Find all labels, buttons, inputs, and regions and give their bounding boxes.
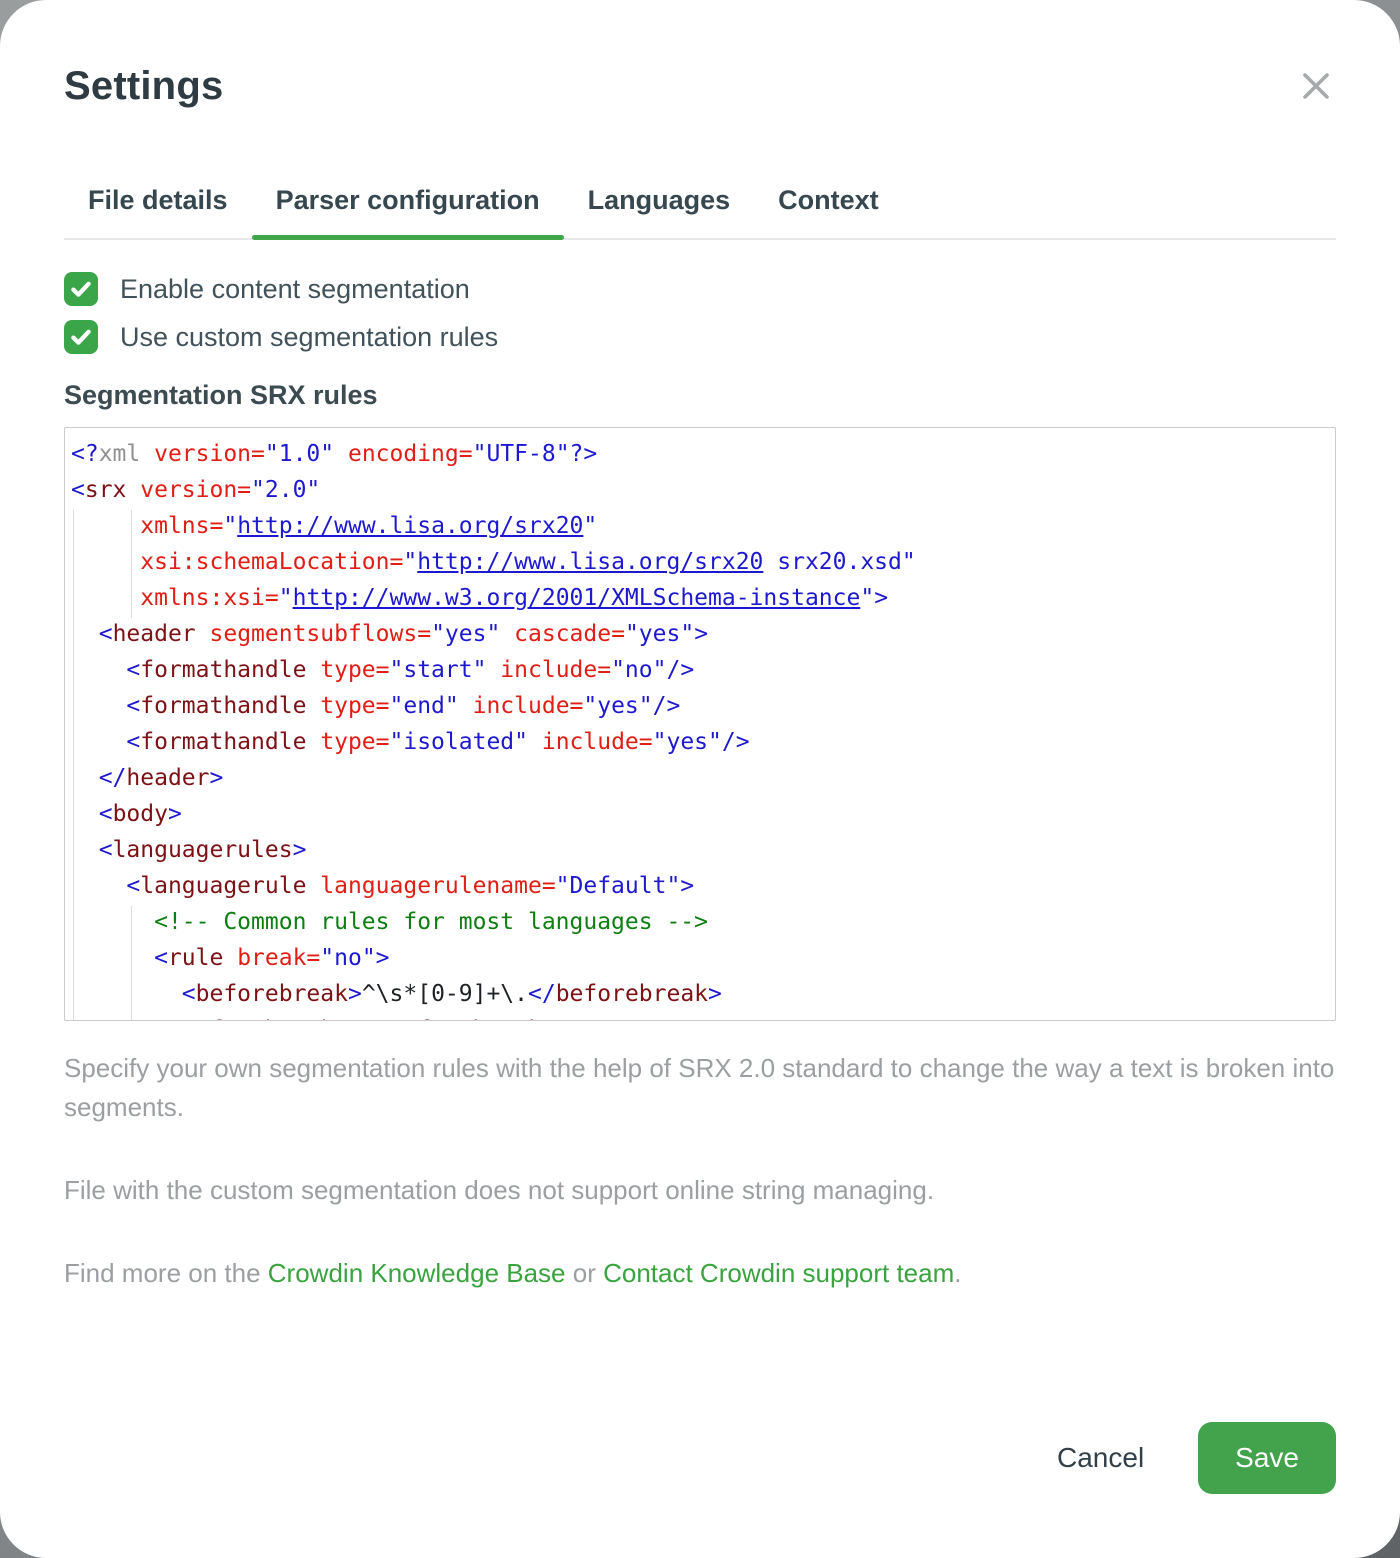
code-line: <srx version="2.0" — [71, 472, 1325, 508]
dialog-footer: Cancel Save — [1057, 1422, 1336, 1494]
tab-bar: File detailsParser configurationLanguage… — [64, 167, 1336, 240]
code-line: <formathandle type="isolated" include="y… — [71, 724, 1325, 760]
code-line: <beforebreak>^\s*[0-9]+\.</beforebreak> — [71, 976, 1325, 1012]
checkbox-checked-icon[interactable] — [64, 320, 98, 354]
find-more-prefix: Find more on the — [64, 1258, 268, 1288]
settings-dialog: Settings File detailsParser configuratio… — [0, 0, 1400, 1558]
tab-languages[interactable]: Languages — [564, 167, 755, 238]
find-more-suffix: . — [954, 1258, 961, 1288]
code-line: xmlns:xsi="http://www.w3.org/2001/XMLSch… — [71, 580, 1325, 616]
code-line: <?xml version="1.0" encoding="UTF-8"?> — [71, 436, 1325, 472]
checkbox-label: Enable content segmentation — [120, 274, 470, 305]
tab-context[interactable]: Context — [754, 167, 903, 238]
dialog-header: Settings — [64, 64, 1336, 109]
srx-rules-editor[interactable]: <?xml version="1.0" encoding="UTF-8"?><s… — [64, 427, 1336, 1021]
help-paragraphs: Specify your own segmentation rules with… — [64, 1049, 1336, 1210]
code-line: xsi:schemaLocation="http://www.lisa.org/… — [71, 544, 1325, 580]
close-icon — [1299, 69, 1333, 103]
checkbox-checked-icon[interactable] — [64, 272, 98, 306]
code-line: <formathandle type="start" include="no"/… — [71, 652, 1325, 688]
knowledge-base-link[interactable]: Crowdin Knowledge Base — [268, 1258, 566, 1288]
dialog-backdrop: Settings File detailsParser configuratio… — [0, 0, 1400, 1558]
code-line: <languagerules> — [71, 832, 1325, 868]
code-line: <afterbreak>\s</afterbreak> — [71, 1012, 1325, 1021]
help-text: File with the custom segmentation does n… — [64, 1171, 1336, 1210]
code-line: <body> — [71, 796, 1325, 832]
tab-file-details[interactable]: File details — [64, 167, 252, 238]
code-line: </header> — [71, 760, 1325, 796]
checkbox-group: Enable content segmentation Use custom se… — [64, 272, 1336, 354]
tab-parser-configuration[interactable]: Parser configuration — [252, 167, 564, 238]
checkbox-label: Use custom segmentation rules — [120, 322, 498, 353]
cancel-button[interactable]: Cancel — [1057, 1442, 1144, 1474]
code-line: xmlns="http://www.lisa.org/srx20" — [71, 508, 1325, 544]
code-line: <!-- Common rules for most languages --> — [71, 904, 1325, 940]
code-editor-content: <?xml version="1.0" encoding="UTF-8"?><s… — [71, 436, 1325, 1021]
find-more-middle: or — [566, 1258, 604, 1288]
indent-guide — [131, 510, 132, 618]
code-label: Segmentation SRX rules — [64, 380, 1336, 411]
indent-guide — [131, 906, 132, 1020]
code-line: <formathandle type="end" include="yes"/> — [71, 688, 1325, 724]
help-section: Specify your own segmentation rules with… — [64, 1049, 1336, 1293]
help-text: Specify your own segmentation rules with… — [64, 1049, 1336, 1127]
dialog-title: Settings — [64, 64, 223, 109]
indent-guide — [73, 510, 74, 1020]
find-more-line: Find more on the Crowdin Knowledge Base … — [64, 1254, 1336, 1293]
save-button[interactable]: Save — [1198, 1422, 1336, 1494]
code-line: <header segmentsubflows="yes" cascade="y… — [71, 616, 1325, 652]
code-line: <languagerule languagerulename="Default"… — [71, 868, 1325, 904]
contact-support-link[interactable]: Contact Crowdin support team — [603, 1258, 954, 1288]
code-line: <rule break="no"> — [71, 940, 1325, 976]
checkbox-row[interactable]: Use custom segmentation rules — [64, 320, 1336, 354]
close-button[interactable] — [1296, 66, 1336, 106]
checkbox-row[interactable]: Enable content segmentation — [64, 272, 1336, 306]
